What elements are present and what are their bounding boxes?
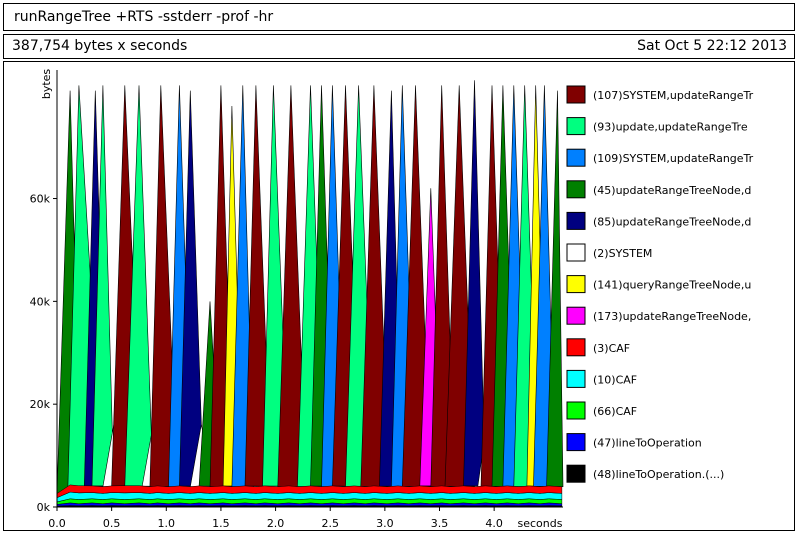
legend-label-0: (107)SYSTEM,updateRangeTr — [593, 89, 754, 102]
legend-label-11: (47)lineToOperation — [593, 437, 702, 450]
x-tick-label-4: 2.0 — [267, 517, 285, 530]
legend: (107)SYSTEM,updateRangeTr (93)update,upda… — [566, 85, 754, 483]
peak-layers — [56, 80, 564, 495]
legend-label-2: (109)SYSTEM,updateRangeTr — [593, 152, 754, 165]
legend-swatch-2 — [566, 148, 586, 167]
legend-label-10: (66)CAF — [593, 405, 637, 418]
legend-label-12: (48)lineToOperation.(...) — [593, 468, 724, 481]
x-tick-label-3: 1.5 — [212, 517, 230, 530]
legend-label-5: (2)SYSTEM — [593, 247, 652, 260]
base-layers — [56, 484, 563, 508]
x-tick-label-1: 0.5 — [103, 517, 121, 530]
legend-label-1: (93)update,updateRangeTre — [593, 121, 748, 134]
y-axis-label: bytes — [40, 69, 53, 100]
legend-label-8: (3)CAF — [593, 342, 630, 355]
x-tick-label-2: 1.0 — [158, 517, 176, 530]
x-tick-label-5: 2.5 — [321, 517, 339, 530]
y-tick-label-1: 20k — [30, 398, 51, 411]
legend-swatch-3 — [566, 180, 586, 199]
legend-swatch-11 — [566, 433, 586, 452]
legend-swatch-0 — [566, 85, 586, 104]
heap-profile-chart: 0.0 0.5 1.0 1.5 2.0 2.5 3.0 3.5 4.0 seconds 0k 20k 4… — [30, 69, 754, 530]
legend-label-4: (85)updateRangeTreeNode,d — [593, 215, 751, 228]
legend-swatch-4 — [566, 211, 586, 230]
x-tick-label-6: 3.0 — [376, 517, 394, 530]
x-tick-label-0: 0.0 — [48, 517, 66, 530]
legend-swatch-5 — [566, 243, 586, 262]
legend-swatch-1 — [566, 117, 586, 136]
legend-label-7: (173)updateRangeTreeNode, — [593, 310, 751, 323]
x-tick-label-7: 3.5 — [431, 517, 449, 530]
y-tick-label-3: 60k — [30, 193, 51, 206]
y-tick-label-2: 40k — [30, 295, 51, 308]
x-tick-label-8: 4.0 — [485, 517, 503, 530]
legend-swatch-6 — [566, 275, 586, 294]
legend-swatch-9 — [566, 369, 586, 388]
legend-label-3: (45)updateRangeTreeNode,d — [593, 184, 751, 197]
y-tick-label-0: 0k — [37, 501, 51, 514]
legend-swatch-10 — [566, 401, 586, 420]
legend-swatch-8 — [566, 338, 586, 357]
legend-swatch-7 — [566, 306, 586, 325]
legend-label-6: (141)queryRangeTreeNode,u — [593, 279, 751, 292]
x-axis-label: seconds — [518, 517, 563, 530]
legend-swatch-12 — [566, 464, 586, 483]
legend-label-9: (10)CAF — [593, 373, 637, 386]
